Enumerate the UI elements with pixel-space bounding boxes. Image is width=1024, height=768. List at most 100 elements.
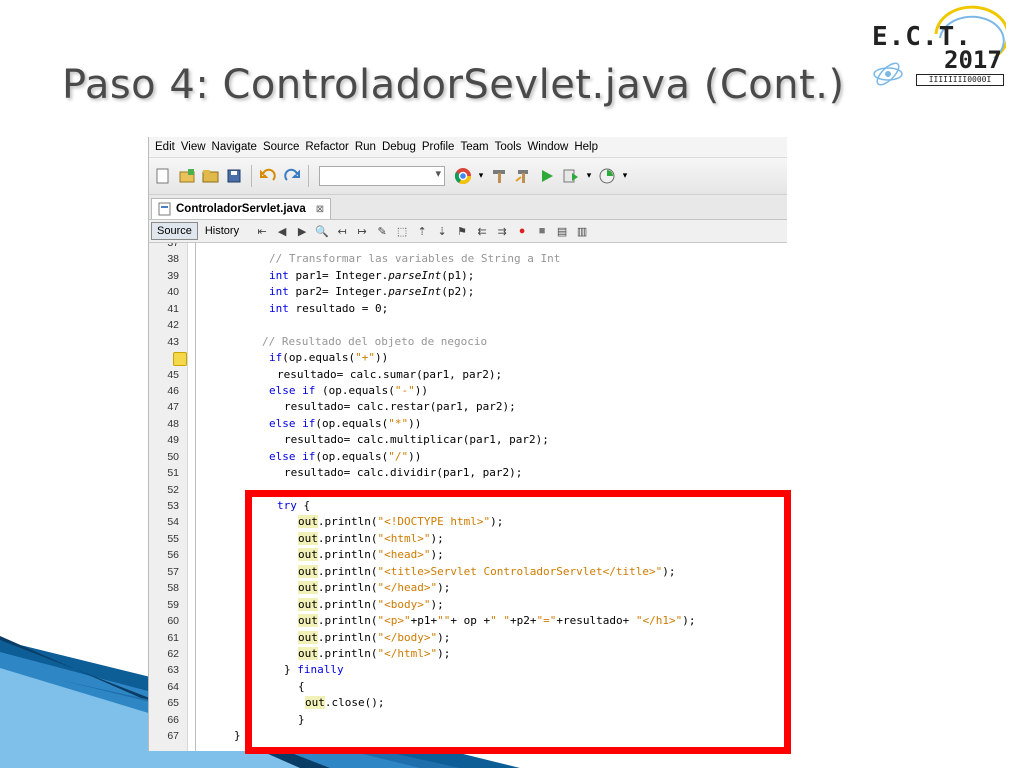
line-number: 47	[167, 401, 179, 414]
code-line-46: 46 else if (op.equals("-"))	[149, 383, 787, 399]
line-number: 62	[167, 647, 179, 660]
code-line-54: 54 out.println("<!DOCTYPE html>");	[149, 514, 787, 530]
logo-text-year: 2017	[944, 46, 1002, 74]
code-line-49: 49 resultado= calc.multiplicar(par1, par2…	[149, 432, 787, 448]
line-number: 46	[167, 384, 179, 397]
comment-icon[interactable]: ▤	[554, 223, 570, 239]
code-line-37: 37	[149, 243, 787, 251]
toolbar-separator	[308, 165, 309, 187]
next-bookmark-icon[interactable]: ⇣	[434, 223, 450, 239]
new-file-icon[interactable]	[153, 166, 173, 186]
menu-refactor[interactable]: Refactor	[305, 141, 348, 153]
previous-bookmark-icon[interactable]: ⇡	[414, 223, 430, 239]
close-tab-icon[interactable]: ⊠	[316, 204, 324, 215]
line-number: 66	[167, 713, 179, 726]
back-icon[interactable]: ◀	[274, 223, 290, 239]
code-line-41: 41 int resultado = 0;	[149, 301, 787, 317]
menu-tools[interactable]: Tools	[495, 141, 522, 153]
forward-icon[interactable]: ▶	[294, 223, 310, 239]
code-text: int par1= Integer.parseInt(p1);	[269, 268, 475, 282]
configuration-combo[interactable]	[319, 166, 445, 186]
line-number: 40	[167, 286, 179, 299]
ide-screenshot: Edit View Navigate Source Refactor Run D…	[148, 137, 787, 751]
toggle-highlight-icon[interactable]: ✎	[374, 223, 390, 239]
shift-left-icon[interactable]: ⇇	[474, 223, 490, 239]
uncomment-icon[interactable]: ▥	[574, 223, 590, 239]
browser-icon[interactable]	[453, 166, 473, 186]
menu-team[interactable]: Team	[460, 141, 488, 153]
line-number: 39	[167, 269, 179, 282]
dropdown-arrow-icon[interactable]: ▾	[585, 166, 593, 186]
code-line-67: 67}	[149, 728, 787, 744]
code-line-64: 64 {	[149, 679, 787, 695]
menu-source[interactable]: Source	[263, 141, 299, 153]
save-all-icon[interactable]	[225, 166, 245, 186]
code-text: int par2= Integer.parseInt(p2);	[269, 285, 475, 299]
file-tab[interactable]: ControladorServlet.java ⊠	[151, 198, 332, 219]
profile-icon[interactable]	[597, 166, 617, 186]
source-button[interactable]: Source	[151, 222, 198, 240]
file-tab-label: ControladorServlet.java	[176, 203, 306, 215]
menu-window[interactable]: Window	[527, 141, 568, 153]
undo-icon[interactable]	[258, 166, 278, 186]
menu-debug[interactable]: Debug	[382, 141, 416, 153]
code-text: try {	[277, 499, 311, 512]
line-number: 51	[167, 467, 179, 480]
run-icon[interactable]	[537, 166, 557, 186]
menu-edit[interactable]: Edit	[155, 141, 175, 153]
line-number: 48	[167, 417, 179, 430]
line-number: 60	[167, 615, 179, 628]
menu-profile[interactable]: Profile	[422, 141, 455, 153]
shift-right-icon[interactable]: ⇉	[494, 223, 510, 239]
code-line-51: 51 resultado= calc.dividir(par1, par2);	[149, 465, 787, 481]
dropdown-arrow-icon[interactable]: ▾	[477, 166, 485, 186]
dropdown-arrow-icon[interactable]: ▾	[621, 166, 629, 186]
menu-help[interactable]: Help	[574, 141, 598, 153]
last-edit-icon[interactable]: ⇤	[254, 223, 270, 239]
line-number: 53	[167, 500, 179, 512]
line-number: 55	[167, 532, 179, 545]
code-line-48: 48 else if(op.equals("*"))	[149, 416, 787, 432]
record-macro-icon[interactable]: ●	[514, 223, 530, 239]
find-next-icon[interactable]: ↦	[354, 223, 370, 239]
history-button[interactable]: History	[200, 223, 244, 239]
code-text: out.println("<!DOCTYPE html>");	[298, 515, 504, 529]
slide-title: Paso 4: ControladorSevlet.java (Cont.)	[62, 62, 845, 108]
code-editor[interactable]: 37 38 // Transformar las variables de Str…	[149, 243, 787, 751]
code-text: out.println("<head>");	[298, 548, 444, 562]
stop-macro-icon[interactable]: ■	[534, 223, 550, 239]
java-file-icon	[158, 202, 171, 216]
code-text: out.println("<p>"+p1+""+ op +" "+p2+"="+…	[298, 614, 696, 628]
code-line-60: 60 out.println("<p>"+p1+""+ op +" "+p2+"=…	[149, 613, 787, 629]
code-line-38: 38 // Transformar las variables de String…	[149, 251, 787, 267]
redo-icon[interactable]	[282, 166, 302, 186]
code-text: } finally	[284, 663, 344, 677]
line-number: 49	[167, 434, 179, 447]
logo-binary-bar: IIIIIIII0000I	[916, 74, 1004, 86]
open-project-icon[interactable]	[201, 166, 221, 186]
code-text: int resultado = 0;	[269, 301, 389, 315]
line-number: 41	[167, 302, 179, 315]
find-previous-icon[interactable]: ↤	[334, 223, 350, 239]
hint-bulb-icon[interactable]	[173, 352, 187, 367]
menu-run[interactable]: Run	[355, 141, 376, 153]
toolbar-separator	[251, 165, 252, 187]
code-line-55: 55 out.println("<html>");	[149, 531, 787, 547]
toggle-bookmark-icon[interactable]: ⚑	[454, 223, 470, 239]
build-hammer-icon[interactable]	[489, 166, 509, 186]
menu-view[interactable]: View	[181, 141, 206, 153]
code-line-65: 65 out.close();	[149, 695, 787, 711]
code-text: resultado= calc.dividir(par1, par2);	[284, 466, 523, 480]
menu-navigate[interactable]: Navigate	[212, 141, 257, 153]
line-number: 52	[167, 483, 179, 496]
code-line-58: 58 out.println("</head>");	[149, 580, 787, 596]
rectangular-select-icon[interactable]: ⬚	[394, 223, 410, 239]
code-text: else if(op.equals("*"))	[269, 416, 422, 430]
code-text: out.println("</html>");	[298, 646, 451, 660]
debug-icon[interactable]	[561, 166, 581, 186]
find-icon[interactable]: 🔍	[314, 223, 330, 239]
code-line-66: 66}	[149, 712, 787, 728]
code-text: {	[298, 679, 305, 693]
clean-build-icon[interactable]	[513, 166, 533, 186]
new-project-icon[interactable]	[177, 166, 197, 186]
